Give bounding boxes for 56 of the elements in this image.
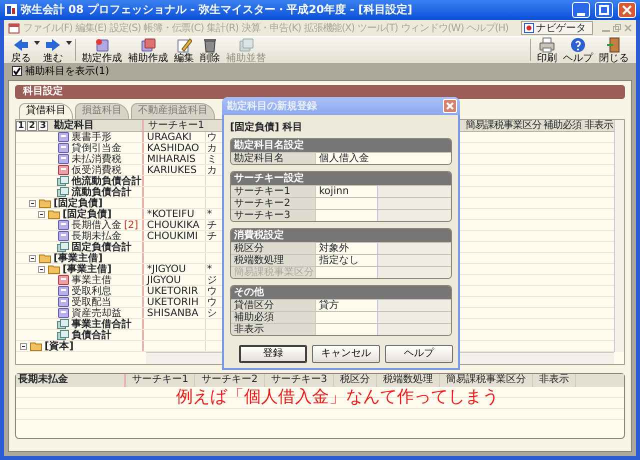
search-key: ジ: [207, 275, 217, 286]
search-key: JIGYOU: [147, 275, 181, 286]
group-header: 勘定科目名設定: [231, 139, 451, 152]
search-key: KASHIDAO: [147, 143, 200, 154]
group-header: その他: [231, 286, 451, 299]
search-key: CHOUKIKA: [147, 220, 200, 232]
dialog-title: 勘定科目の新規登録: [227, 100, 318, 112]
search-key: *JIGYOU: [147, 264, 186, 276]
annotation-text: 例えば「個人借入金」なんて作ってしまう: [176, 388, 499, 407]
field-label: 勘定科目名: [231, 153, 315, 164]
search-key: *: [207, 264, 212, 276]
search-key: URAGAKI: [147, 132, 192, 144]
count-label: [2]: [124, 220, 138, 231]
search-key: MIHARAIS: [147, 154, 196, 166]
column-header: 勘定科目: [54, 120, 94, 132]
column-header: 補助必須: [542, 120, 582, 132]
search-key: SHISANBA: [147, 308, 198, 320]
column-header: サーチキー1: [126, 374, 196, 387]
search-key: チ: [207, 231, 217, 242]
search-key: *: [207, 209, 212, 220]
search-key: CHOUKIMI: [147, 231, 198, 242]
group-header: 消費税設定: [231, 229, 451, 242]
window-title: 弥生会計 08 プロフェッショナル - 弥生マイスター・平成20年度 - [科目設定]: [20, 4, 414, 16]
field-label: 貸借区分: [231, 300, 315, 311]
search-key: UKETORIR: [147, 286, 198, 298]
column-header: サーチキー1: [144, 120, 206, 132]
field-label: 非表示: [231, 324, 315, 335]
search-key: UKETORIH: [147, 297, 199, 308]
group-header: サーチキー設定: [231, 172, 451, 185]
search-key: シ: [207, 308, 217, 320]
dialog-subtitle: [固定負債] 科目: [229, 120, 304, 135]
field-label: サーチキー2: [231, 198, 315, 209]
column-header: 税端数処理: [377, 374, 440, 387]
column-header: 簡易課税事業区分: [464, 120, 542, 132]
column-header: 長期未払金: [16, 374, 126, 387]
column-header: 非表示: [533, 374, 576, 387]
search-key: チ: [207, 220, 217, 232]
field-label: 補助必須: [231, 312, 315, 323]
search-key: ウ: [207, 132, 217, 144]
field-label: サーチキー1: [231, 186, 315, 197]
search-key: ウ: [207, 286, 217, 298]
field-label: 税端数処理: [231, 255, 315, 266]
search-key: カ: [207, 165, 217, 176]
column-header: 税区分: [334, 374, 378, 387]
column-header: 簡易課税事業区分: [440, 374, 534, 387]
column-header: サーチキー2: [195, 374, 265, 387]
checkbox-label: 補助科目を表示(1): [25, 66, 110, 76]
field-label: 税区分: [231, 243, 315, 254]
search-key: KARIUKES: [147, 165, 197, 176]
search-key: カ: [207, 143, 217, 154]
search-key: ミ: [207, 154, 217, 166]
field-label: サーチキー3: [231, 210, 315, 221]
column-header: サーチキー3: [264, 374, 334, 387]
search-key: *KOTEIFU: [147, 209, 194, 220]
panel-title: 科目設定: [15, 85, 625, 99]
search-key: ウ: [207, 297, 217, 308]
